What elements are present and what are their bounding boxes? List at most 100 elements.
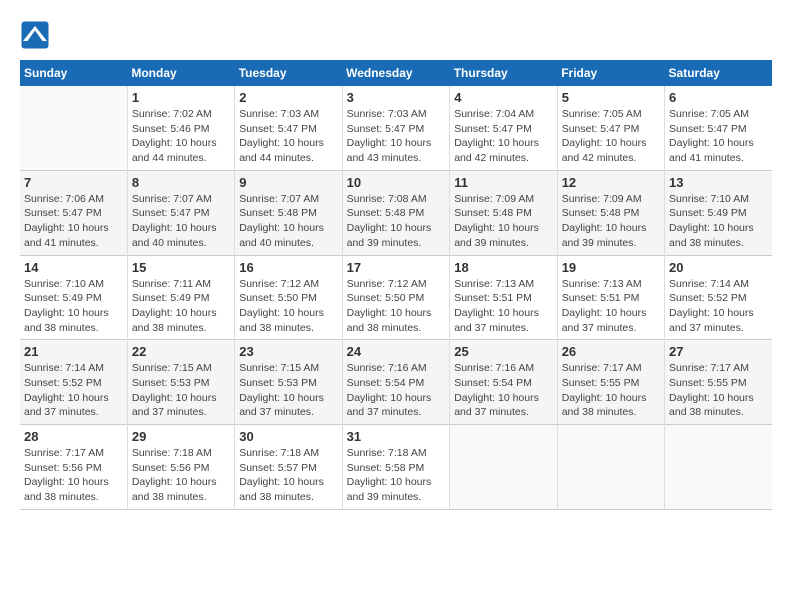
day-info: Sunrise: 7:10 AM Sunset: 5:49 PM Dayligh… [24,277,123,336]
day-number: 20 [669,260,768,275]
day-number: 23 [239,344,337,359]
day-number: 21 [24,344,123,359]
day-number: 24 [347,344,446,359]
calendar-cell [450,425,557,510]
calendar-cell: 8Sunrise: 7:07 AM Sunset: 5:47 PM Daylig… [127,170,234,255]
calendar-cell: 15 Sunrise: 7:11 AM Sunset: 5:49 PM Dayli… [127,255,234,340]
day-number: 18 [454,260,552,275]
day-info: Sunrise: 7:10 AM Sunset: 5:49 PM Dayligh… [669,192,768,251]
calendar-table: SundayMondayTuesdayWednesdayThursdayFrid… [20,60,772,510]
calendar-week-row: 7 Sunrise: 7:06 AM Sunset: 5:47 PM Daylig… [20,170,772,255]
day-info: Sunrise: 7:16 AM Sunset: 5:54 PM Dayligh… [347,361,446,420]
calendar-cell: 20 Sunrise: 7:14 AM Sunset: 5:52 PM Dayli… [665,255,772,340]
weekday-header: Tuesday [235,60,342,86]
calendar-cell: 22 Sunrise: 7:15 AM Sunset: 5:53 PM Dayli… [127,340,234,425]
day-info: Sunrise: 7:02 AM Sunset: 5:46 PM Dayligh… [132,107,230,166]
day-info: Sunrise: 7:18 AM Sunset: 5:58 PM Dayligh… [347,446,446,505]
calendar-cell: 24 Sunrise: 7:16 AM Sunset: 5:54 PM Dayli… [342,340,450,425]
calendar-cell: 1 Sunrise: 7:02 AM Sunset: 5:46 PM Daylig… [127,86,234,170]
day-number: 1 [132,90,230,105]
day-number: 2 [239,90,337,105]
day-info: Sunrise: 7:15 AM Sunset: 5:53 PM Dayligh… [132,361,230,420]
calendar-cell: 7 Sunrise: 7:06 AM Sunset: 5:47 PM Daylig… [20,170,127,255]
day-info: Sunrise: 7:13 AM Sunset: 5:51 PM Dayligh… [562,277,660,336]
day-info: Sunrise: 7:12 AM Sunset: 5:50 PM Dayligh… [239,277,337,336]
weekday-header: Thursday [450,60,557,86]
calendar-cell: 28Sunrise: 7:17 AM Sunset: 5:56 PM Dayli… [20,425,127,510]
day-number: 14 [24,260,123,275]
calendar-cell: 13Sunrise: 7:10 AM Sunset: 5:49 PM Dayli… [665,170,772,255]
weekday-header: Monday [127,60,234,86]
day-number: 22 [132,344,230,359]
day-number: 26 [562,344,660,359]
day-number: 7 [24,175,123,190]
calendar-week-row: 28Sunrise: 7:17 AM Sunset: 5:56 PM Dayli… [20,425,772,510]
day-info: Sunrise: 7:08 AM Sunset: 5:48 PM Dayligh… [347,192,446,251]
calendar-body: 1 Sunrise: 7:02 AM Sunset: 5:46 PM Daylig… [20,86,772,509]
calendar-cell: 23 Sunrise: 7:15 AM Sunset: 5:53 PM Dayli… [235,340,342,425]
day-number: 28 [24,429,123,444]
day-number: 5 [562,90,660,105]
logo [20,20,54,50]
day-number: 6 [669,90,768,105]
day-number: 9 [239,175,337,190]
day-number: 19 [562,260,660,275]
calendar-cell [20,86,127,170]
day-info: Sunrise: 7:05 AM Sunset: 5:47 PM Dayligh… [562,107,660,166]
day-number: 4 [454,90,552,105]
calendar-cell: 26 Sunrise: 7:17 AM Sunset: 5:55 PM Dayli… [557,340,664,425]
calendar-cell: 19 Sunrise: 7:13 AM Sunset: 5:51 PM Dayli… [557,255,664,340]
calendar-week-row: 21 Sunrise: 7:14 AM Sunset: 5:52 PM Dayli… [20,340,772,425]
calendar-cell: 17 Sunrise: 7:12 AM Sunset: 5:50 PM Dayli… [342,255,450,340]
weekday-row: SundayMondayTuesdayWednesdayThursdayFrid… [20,60,772,86]
day-number: 8 [132,175,230,190]
day-number: 10 [347,175,446,190]
day-number: 31 [347,429,446,444]
day-info: Sunrise: 7:07 AM Sunset: 5:48 PM Dayligh… [239,192,337,251]
calendar-cell: 12Sunrise: 7:09 AM Sunset: 5:48 PM Dayli… [557,170,664,255]
weekday-header: Wednesday [342,60,450,86]
day-number: 15 [132,260,230,275]
calendar-cell [557,425,664,510]
day-info: Sunrise: 7:14 AM Sunset: 5:52 PM Dayligh… [24,361,123,420]
day-info: Sunrise: 7:05 AM Sunset: 5:47 PM Dayligh… [669,107,768,166]
weekday-header: Friday [557,60,664,86]
day-number: 30 [239,429,337,444]
calendar-cell [665,425,772,510]
day-info: Sunrise: 7:06 AM Sunset: 5:47 PM Dayligh… [24,192,123,251]
day-number: 17 [347,260,446,275]
page-header [20,20,772,50]
day-info: Sunrise: 7:11 AM Sunset: 5:49 PM Dayligh… [132,277,230,336]
calendar-cell: 16 Sunrise: 7:12 AM Sunset: 5:50 PM Dayli… [235,255,342,340]
day-number: 11 [454,175,552,190]
day-info: Sunrise: 7:09 AM Sunset: 5:48 PM Dayligh… [454,192,552,251]
day-info: Sunrise: 7:16 AM Sunset: 5:54 PM Dayligh… [454,361,552,420]
day-info: Sunrise: 7:12 AM Sunset: 5:50 PM Dayligh… [347,277,446,336]
calendar-cell: 14 Sunrise: 7:10 AM Sunset: 5:49 PM Dayli… [20,255,127,340]
calendar-cell: 10 Sunrise: 7:08 AM Sunset: 5:48 PM Dayli… [342,170,450,255]
day-info: Sunrise: 7:13 AM Sunset: 5:51 PM Dayligh… [454,277,552,336]
day-number: 16 [239,260,337,275]
day-info: Sunrise: 7:17 AM Sunset: 5:55 PM Dayligh… [562,361,660,420]
day-info: Sunrise: 7:09 AM Sunset: 5:48 PM Dayligh… [562,192,660,251]
day-info: Sunrise: 7:03 AM Sunset: 5:47 PM Dayligh… [347,107,446,166]
day-number: 25 [454,344,552,359]
day-info: Sunrise: 7:04 AM Sunset: 5:47 PM Dayligh… [454,107,552,166]
day-info: Sunrise: 7:14 AM Sunset: 5:52 PM Dayligh… [669,277,768,336]
calendar-cell: 27 Sunrise: 7:17 AM Sunset: 5:55 PM Dayli… [665,340,772,425]
weekday-header: Saturday [665,60,772,86]
day-number: 27 [669,344,768,359]
calendar-cell: 31 Sunrise: 7:18 AM Sunset: 5:58 PM Dayli… [342,425,450,510]
day-info: Sunrise: 7:15 AM Sunset: 5:53 PM Dayligh… [239,361,337,420]
calendar-cell: 11 Sunrise: 7:09 AM Sunset: 5:48 PM Dayli… [450,170,557,255]
day-info: Sunrise: 7:17 AM Sunset: 5:55 PM Dayligh… [669,361,768,420]
calendar-header: SundayMondayTuesdayWednesdayThursdayFrid… [20,60,772,86]
calendar-cell: 6 Sunrise: 7:05 AM Sunset: 5:47 PM Daylig… [665,86,772,170]
calendar-cell: 29Sunrise: 7:18 AM Sunset: 5:56 PM Dayli… [127,425,234,510]
calendar-cell: 3Sunrise: 7:03 AM Sunset: 5:47 PM Daylig… [342,86,450,170]
calendar-week-row: 1 Sunrise: 7:02 AM Sunset: 5:46 PM Daylig… [20,86,772,170]
calendar-cell: 9 Sunrise: 7:07 AM Sunset: 5:48 PM Daylig… [235,170,342,255]
calendar-cell: 2Sunrise: 7:03 AM Sunset: 5:47 PM Daylig… [235,86,342,170]
day-info: Sunrise: 7:18 AM Sunset: 5:57 PM Dayligh… [239,446,337,505]
calendar-cell: 30 Sunrise: 7:18 AM Sunset: 5:57 PM Dayli… [235,425,342,510]
